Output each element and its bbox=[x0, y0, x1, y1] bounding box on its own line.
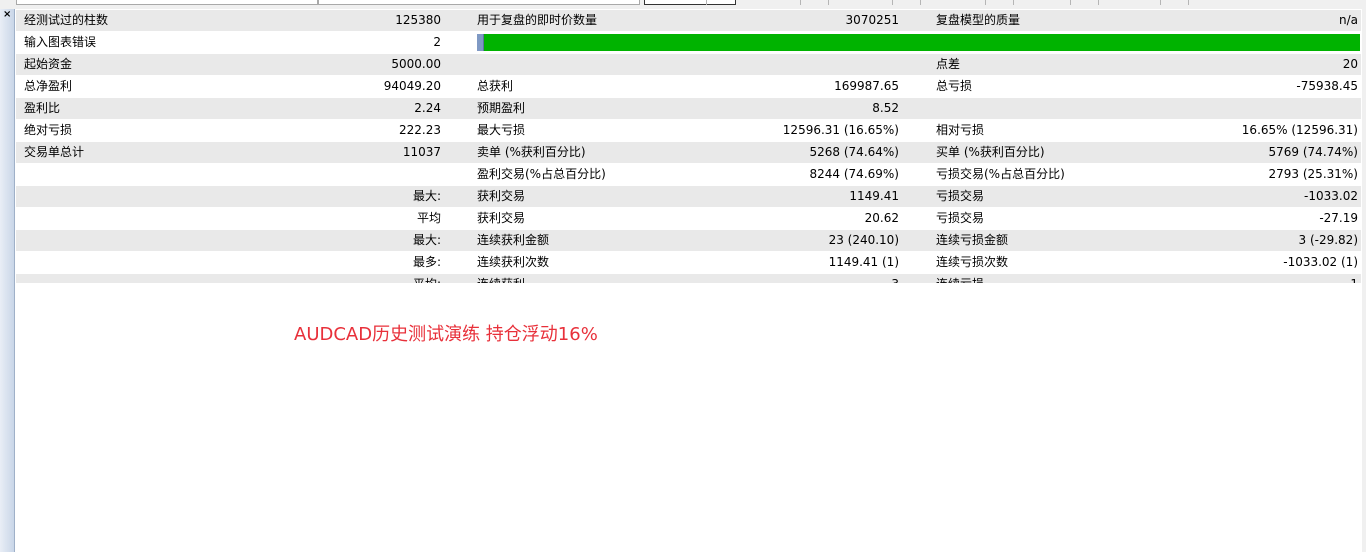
toolbar-divider bbox=[800, 0, 801, 5]
table-row: 最大: 连续获利金额 23 (240.10) 连续亏损金额 3 (-29.82) bbox=[16, 230, 1361, 252]
total-net-profit-label: 总净盈利 bbox=[24, 79, 73, 93]
spread-label: 点差 bbox=[936, 57, 961, 71]
model-quality-label: 复盘模型的质量 bbox=[936, 13, 1021, 27]
loss-trades-value: 2793 (25.31%) bbox=[1268, 167, 1358, 181]
toolbar-field-left[interactable] bbox=[16, 0, 318, 5]
table-row: 绝对亏损 222.23 最大亏损 12596.31 (16.65%) 相对亏损 … bbox=[16, 120, 1361, 142]
terminal-side-panel: × bbox=[0, 9, 15, 552]
chart-errors-bar bbox=[477, 34, 1360, 51]
toolbar-field-right[interactable] bbox=[644, 0, 736, 5]
table-row: 交易单总计 11037 卖单 (%获利百分比) 5268 (74.64%) 买单… bbox=[16, 142, 1361, 164]
gross-profit-value: 169987.65 bbox=[834, 79, 899, 93]
average-label: 平均 bbox=[416, 211, 441, 225]
profit-trades-label: 盈利交易(%占总百分比) bbox=[477, 167, 606, 181]
bars-tested-label: 经测试过的柱数 bbox=[24, 13, 109, 27]
backtest-report-table: 经测试过的柱数 125380 用于复盘的即时价数量 3070251 复盘模型的质… bbox=[16, 10, 1361, 296]
spread-value: 20 bbox=[1342, 57, 1358, 71]
toolbar-divider bbox=[920, 0, 921, 5]
max-consec-losses-label: 连续亏损金额 bbox=[936, 233, 1009, 247]
maximal-consec-profit-label: 连续获利次数 bbox=[477, 255, 550, 269]
toolbar-divider bbox=[1070, 0, 1071, 5]
toolbar-divider bbox=[828, 0, 829, 5]
maximal-consec-profit-value: 1149.41 (1) bbox=[828, 255, 899, 269]
table-row: 盈利比 2.24 预期盈利 8.52 bbox=[16, 98, 1361, 120]
long-positions-value: 5769 (74.74%) bbox=[1268, 145, 1358, 159]
table-row: 输入图表错误 2 bbox=[16, 32, 1361, 54]
gross-loss-label: 总亏损 bbox=[936, 79, 973, 93]
expected-payoff-label: 预期盈利 bbox=[477, 101, 526, 115]
top-toolbar-strip bbox=[0, 0, 1366, 9]
ticks-label: 用于复盘的即时价数量 bbox=[477, 13, 598, 27]
profit-factor-value: 2.24 bbox=[414, 101, 441, 115]
watermark-caption: AUDCAD历史测试演练 持仓浮动16% bbox=[294, 324, 598, 345]
expected-payoff-value: 8.52 bbox=[872, 101, 899, 115]
table-row: 总净盈利 94049.20 总获利 169987.65 总亏损 -75938.4… bbox=[16, 76, 1361, 98]
gross-loss-value: -75938.45 bbox=[1296, 79, 1358, 93]
absolute-drawdown-label: 绝对亏损 bbox=[24, 123, 73, 137]
largest-loss-value: -1033.02 bbox=[1304, 189, 1358, 203]
mismatched-errors-label: 输入图表错误 bbox=[24, 35, 97, 49]
toolbar-divider bbox=[1098, 0, 1099, 5]
total-trades-value: 11037 bbox=[402, 145, 441, 159]
maximal-consec-loss-value: -1033.02 (1) bbox=[1283, 255, 1358, 269]
table-row: 最多: 连续获利次数 1149.41 (1) 连续亏损次数 -1033.02 (… bbox=[16, 252, 1361, 274]
total-trades-label: 交易单总计 bbox=[24, 145, 85, 159]
loss-trades-label: 亏损交易(%占总百分比) bbox=[936, 167, 1065, 181]
profit-trades-value: 8244 (74.69%) bbox=[809, 167, 899, 181]
absolute-drawdown-value: 222.23 bbox=[399, 123, 441, 137]
toolbar-divider bbox=[706, 0, 707, 5]
ticks-value: 3070251 bbox=[845, 13, 899, 27]
relative-drawdown-label: 相对亏损 bbox=[936, 123, 985, 137]
largest-label: 最大: bbox=[412, 189, 441, 203]
toolbar-divider bbox=[1160, 0, 1161, 5]
table-row: 经测试过的柱数 125380 用于复盘的即时价数量 3070251 复盘模型的质… bbox=[16, 10, 1361, 32]
initial-deposit-label: 起始资金 bbox=[24, 57, 73, 71]
maximal-consec-loss-label: 连续亏损次数 bbox=[936, 255, 1009, 269]
total-net-profit-value: 94049.20 bbox=[383, 79, 441, 93]
report-blank-area bbox=[16, 283, 1361, 552]
short-positions-value: 5268 (74.64%) bbox=[809, 145, 899, 159]
table-row: 盈利交易(%占总百分比) 8244 (74.69%) 亏损交易(%占总百分比) … bbox=[16, 164, 1361, 186]
relative-drawdown-value: 16.65% (12596.31) bbox=[1241, 123, 1358, 137]
bars-tested-value: 125380 bbox=[395, 13, 441, 27]
table-row: 平均 获利交易 20.62 亏损交易 -27.19 bbox=[16, 208, 1361, 230]
toolbar-divider bbox=[892, 0, 893, 5]
toolbar-field-middle[interactable] bbox=[318, 0, 640, 5]
largest-loss-label: 亏损交易 bbox=[936, 189, 985, 203]
close-icon[interactable]: × bbox=[3, 10, 11, 20]
maximal-drawdown-value: 12596.31 (16.65%) bbox=[782, 123, 899, 137]
average-loss-label: 亏损交易 bbox=[936, 211, 985, 225]
maximal-drawdown-label: 最大亏损 bbox=[477, 123, 526, 137]
toolbar-divider bbox=[1188, 0, 1189, 5]
toolbar-divider bbox=[985, 0, 986, 5]
short-positions-label: 卖单 (%获利百分比) bbox=[477, 145, 586, 159]
average-profit-value: 20.62 bbox=[864, 211, 899, 225]
long-positions-label: 买单 (%获利百分比) bbox=[936, 145, 1045, 159]
largest-profit-value: 1149.41 bbox=[849, 189, 899, 203]
toolbar-divider bbox=[1013, 0, 1014, 5]
gross-profit-label: 总获利 bbox=[477, 79, 514, 93]
max-consec-wins-label: 连续获利金额 bbox=[477, 233, 550, 247]
chart-errors-bar-marker bbox=[477, 34, 484, 51]
max-consec-wins-value: 23 (240.10) bbox=[828, 233, 899, 247]
largest-profit-label: 获利交易 bbox=[477, 189, 526, 203]
max-consec-label: 最大: bbox=[412, 233, 441, 247]
table-row: 最大: 获利交易 1149.41 亏损交易 -1033.02 bbox=[16, 186, 1361, 208]
table-row: 起始资金 5000.00 点差 20 bbox=[16, 54, 1361, 76]
initial-deposit-value: 5000.00 bbox=[391, 57, 441, 71]
maximal-consec-label: 最多: bbox=[412, 255, 441, 269]
mismatched-errors-value: 2 bbox=[433, 35, 441, 49]
average-loss-value: -27.19 bbox=[1319, 211, 1358, 225]
profit-factor-label: 盈利比 bbox=[24, 101, 61, 115]
model-quality-value: n/a bbox=[1338, 13, 1358, 27]
average-profit-label: 获利交易 bbox=[477, 211, 526, 225]
max-consec-losses-value: 3 (-29.82) bbox=[1298, 233, 1359, 247]
right-edge-strip bbox=[1362, 9, 1366, 552]
